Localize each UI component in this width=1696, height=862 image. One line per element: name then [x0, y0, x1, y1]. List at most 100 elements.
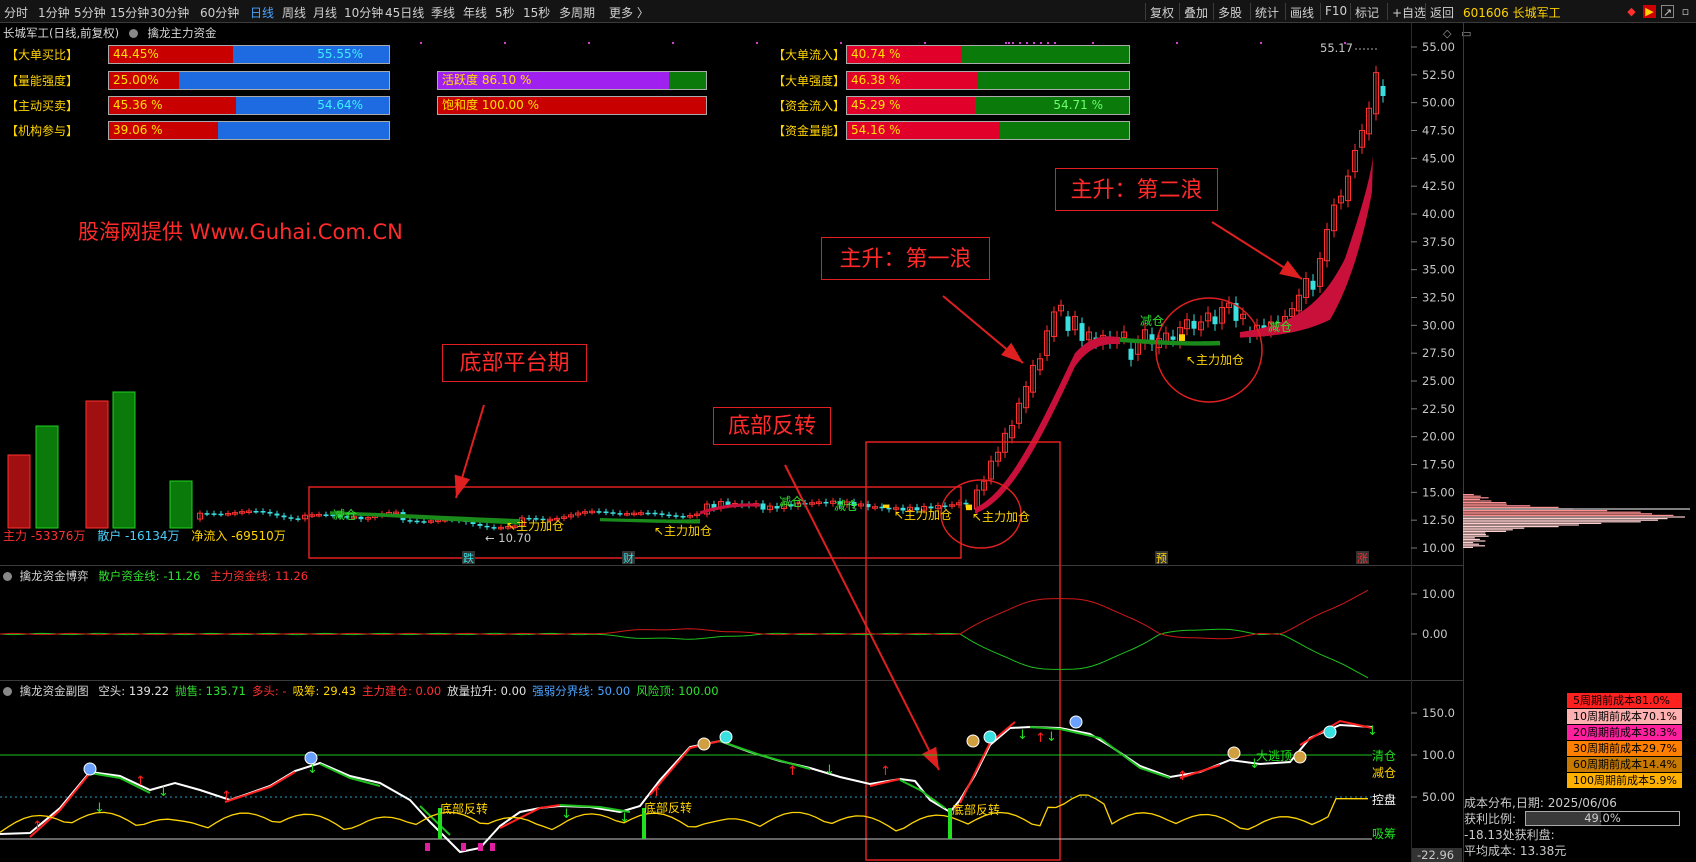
toolbar-tab-11[interactable]: 季线	[431, 4, 455, 21]
cost-row-2: 20周期前成本38.3%	[1567, 725, 1682, 741]
metric-left-segment: 40.74 %	[847, 46, 962, 63]
control-label: 控盘	[1372, 792, 1396, 807]
toolbar-action-3[interactable]: 统计	[1255, 4, 1279, 21]
event-tag: 预	[1156, 552, 1167, 565]
volume-profile-bar	[1463, 505, 1531, 507]
buy-arrow: ↑	[880, 764, 891, 779]
toolbar-action-1[interactable]: 叠加	[1184, 4, 1208, 21]
buy-arrow: ↑	[787, 764, 798, 779]
price-axis-label: 32.50	[1422, 291, 1455, 305]
volume-profile-bar	[1463, 526, 1559, 528]
candle-body	[211, 513, 217, 515]
annotation-platform: 底部平台期	[442, 344, 587, 382]
metric-label: 【大单流入】	[773, 48, 846, 62]
toolbar-tab-10[interactable]: 45日线	[385, 4, 424, 21]
sub2-item-5: 放量拉升: 0.00	[447, 684, 527, 698]
trend-band	[600, 517, 700, 524]
clear-label: 清仓	[1372, 749, 1396, 763]
volume-profile-bar	[1463, 511, 1641, 513]
cost-distribution-table: 5周期前成本81.0% 10周期前成本70.1% 20周期前成本38.3% 30周期前…	[1567, 693, 1682, 789]
toolbar-action-5[interactable]: F10	[1325, 4, 1347, 18]
toolbar-action-0[interactable]: 复权	[1150, 4, 1174, 21]
metric-right-segment	[669, 72, 706, 89]
buy-arrow: ↑	[32, 819, 43, 834]
toolbar-tab-0[interactable]: 分时	[4, 4, 28, 21]
volume-profile-bar	[1463, 546, 1474, 548]
toolbar-tab-16[interactable]: 更多 〉	[609, 4, 649, 21]
cost-date-label: 成本分布,日期:	[1464, 796, 1544, 810]
candle-body	[281, 515, 287, 518]
price-axis-label: 37.50	[1422, 235, 1455, 249]
reversal-arrow-head	[921, 746, 939, 770]
add-position-marker: ↖主力加仓	[506, 519, 564, 533]
price-axis-label: 45.00	[1422, 151, 1455, 165]
sub2-item-2: 多头: -	[251, 684, 287, 698]
metric-right-segment	[179, 72, 389, 89]
candle-body	[963, 502, 969, 505]
main-fund-line	[0, 589, 1369, 640]
avg-cost-label: 平均成本:	[1464, 844, 1517, 858]
toolbar-tab-1[interactable]: 1分钟	[38, 4, 70, 21]
volume-profile-bar	[1463, 513, 1652, 515]
volume-profile-bar	[1463, 542, 1474, 544]
face-icon	[83, 762, 97, 776]
indicator-settings-icon[interactable]	[3, 687, 12, 696]
toolbar-action-8[interactable]: 返回	[1430, 4, 1454, 21]
money-flow-bar	[112, 391, 136, 529]
pink-bar	[490, 843, 495, 851]
volume-profile-bar	[1463, 510, 1608, 512]
price-axis-label: 20.00	[1422, 430, 1455, 444]
top-marker	[1005, 42, 1007, 44]
toolbar-tab-15[interactable]: 多周期	[559, 4, 595, 21]
toolbar-tab-6[interactable]: 日线	[250, 4, 274, 21]
metric-right-segment: 54.71 %	[975, 97, 1129, 114]
sub1-retail-value: -11.26	[163, 569, 201, 583]
price-axis-label: 55.00	[1422, 40, 1455, 54]
volume-profile-bar	[1463, 522, 1602, 524]
volume-profile-bar	[1463, 503, 1507, 505]
toolbar-tab-14[interactable]: 15秒	[523, 4, 550, 21]
face-icon	[1069, 715, 1083, 729]
top-marker	[420, 42, 422, 44]
toolbar-tab-9[interactable]: 10分钟	[344, 4, 383, 21]
money-bag-icon	[1227, 746, 1241, 760]
reduce-label: 减仓	[1372, 766, 1396, 780]
sell-arrow: ↓	[1017, 728, 1028, 743]
toolbar-tab-2[interactable]: 5分钟	[74, 4, 106, 21]
profit-line-text: -18.13处获利盘:	[1464, 828, 1555, 842]
toolbar-tab-3[interactable]: 15分钟	[110, 4, 149, 21]
toolbar-action-4[interactable]: 画线	[1290, 4, 1314, 21]
toolbar-separator	[1179, 3, 1180, 20]
metric-left-segment: 39.06 %	[109, 122, 218, 139]
toolbar-tab-8[interactable]: 月线	[313, 4, 337, 21]
toolbar-action-6[interactable]: 标记	[1355, 4, 1379, 21]
money-flow-bar	[35, 425, 59, 529]
toolbar-action-7[interactable]: +自选	[1392, 4, 1426, 21]
toolbar-tab-12[interactable]: 年线	[463, 4, 487, 21]
toolbar-action-2[interactable]: 多股	[1218, 4, 1242, 21]
price-axis-label: 22.50	[1422, 402, 1455, 416]
consolidation-circle	[1155, 297, 1263, 403]
toolbar-tab-13[interactable]: 5秒	[495, 4, 515, 21]
buy-arrow: ↑	[651, 785, 662, 800]
toolbar-tab-4[interactable]: 30分钟	[150, 4, 189, 21]
toolbar-tab-5[interactable]: 60分钟	[200, 4, 239, 21]
sell-arrow: ↓	[619, 811, 630, 826]
top-marker	[1012, 42, 1014, 44]
metric-left-segment: 45.29 %	[847, 97, 975, 114]
right-metric-bar-1: 46.38 %	[846, 71, 1130, 90]
wave1-arrow-head	[1000, 342, 1023, 363]
toolbar-separator	[1213, 3, 1214, 20]
reversal-marker: 底部反转	[440, 801, 488, 816]
cost-row-5: 100周期前成本5.9%	[1567, 773, 1682, 789]
metric-label: 【大单强度】	[773, 74, 846, 88]
indicator-settings-icon[interactable]	[3, 572, 12, 581]
face-icon	[719, 730, 733, 744]
metric-left-segment: 饱和度 100.00 %	[438, 97, 706, 114]
toolbar-separator	[1145, 3, 1146, 20]
toolbar-separator	[1425, 3, 1426, 20]
toolbar-tab-7[interactable]: 周线	[282, 4, 306, 21]
sub2-item-4: 主力建仓: 0.00	[362, 684, 442, 698]
candle-body	[288, 517, 294, 519]
candle-body	[1065, 316, 1071, 331]
